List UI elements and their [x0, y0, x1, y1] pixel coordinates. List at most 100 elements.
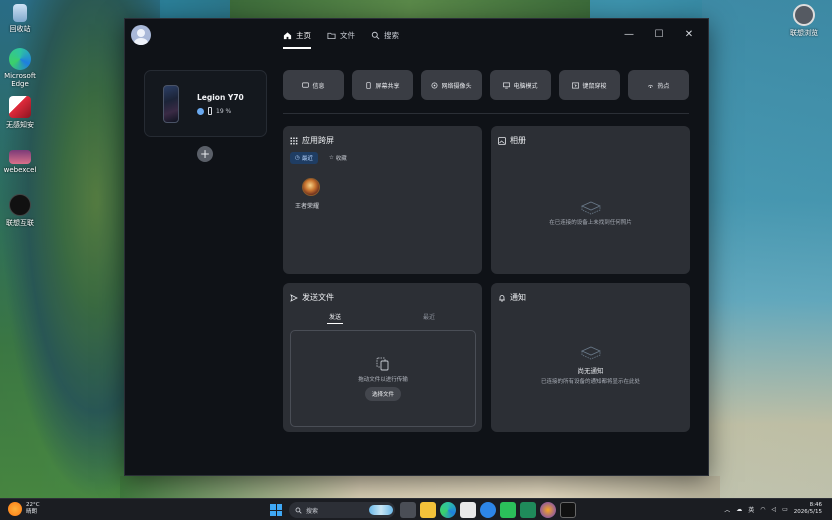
desktop-icon-recycle-bin[interactable]: 回收站 [0, 4, 40, 34]
quick-action-keyboard-mouse[interactable]: 键鼠穿梭 [559, 70, 620, 100]
tab-send[interactable]: 发送 [326, 312, 344, 324]
tab-favorites[interactable]: ☆ 收藏 [324, 152, 352, 164]
quick-actions: 信息 屏幕共享 网络摄像头 电脑模式 键鼠穿梭 热点 [283, 70, 689, 100]
quick-action-label: 电脑模式 [513, 82, 538, 90]
card-title: 通知 [498, 292, 526, 303]
notification-empty-text: 已连接的所有设备的通知都将显示在此处 [540, 379, 640, 385]
wallpaper-bottom [120, 476, 720, 500]
keyboard-mouse-icon [572, 82, 580, 88]
clock[interactable]: 8:46 2026/5/15 [794, 502, 822, 516]
send-icon [290, 293, 298, 302]
weather-desc: 晴朗 [26, 509, 38, 515]
connection-icon [197, 107, 204, 115]
close-button[interactable]: ✕ [674, 23, 704, 45]
grid-icon [290, 137, 298, 144]
store-icon[interactable] [460, 502, 476, 518]
device-card[interactable]: Legion Y70 19 % [144, 70, 267, 137]
image-icon [498, 136, 506, 145]
clock-time: 8:46 [809, 502, 822, 508]
album-empty-state: 在已连接的设备上未找到任何照片 [491, 200, 690, 228]
windows-logo-icon-part [276, 504, 282, 510]
lenovo-connect-icon[interactable] [560, 502, 576, 518]
home-icon [283, 31, 292, 39]
browser-icon [793, 4, 815, 26]
nav-files[interactable]: 文件 [327, 27, 355, 43]
quick-action-label: 屏幕共享 [375, 82, 400, 90]
desktop-icon-label: Microsoft Edge [4, 72, 36, 88]
desktop-icon-app-a[interactable]: 无感知安 [0, 96, 40, 130]
wechat-icon[interactable] [500, 502, 516, 518]
minimize-button[interactable]: — [614, 23, 644, 45]
message-icon [302, 82, 310, 88]
send-file-card: 发送文件 发送 最近 拖动文件以进行传输 选择文件 [283, 283, 482, 432]
quick-action-webcam[interactable]: 网络摄像头 [421, 70, 482, 100]
edge-icon [9, 48, 31, 70]
file-explorer-icon[interactable] [420, 502, 436, 518]
add-device-button[interactable]: + [197, 146, 213, 162]
quick-action-pc-mode[interactable]: 电脑模式 [490, 70, 551, 100]
desktop-icon-label: 联想浏览 [790, 29, 818, 37]
quick-action-message[interactable]: 信息 [283, 70, 344, 100]
webcam-icon [432, 82, 438, 88]
app-label: 王者荣耀 [295, 203, 320, 210]
desktop-icon-edge[interactable]: Microsoft Edge [0, 48, 40, 88]
monitor-icon [503, 82, 511, 88]
lenovo-connect-icon [9, 194, 31, 216]
tab-recent[interactable]: ◷ 最近 [290, 152, 318, 164]
folder-icon [327, 32, 336, 39]
album-title: 相册 [510, 136, 526, 145]
weather-text: 22°C 晴朗 [26, 502, 40, 515]
task-view-icon[interactable] [400, 502, 416, 518]
drag-file-icon [376, 357, 389, 370]
weather-widget[interactable]: 22°C 晴朗 [8, 502, 40, 516]
quick-action-screen-share[interactable]: 屏幕共享 [352, 70, 413, 100]
app-honor-of-kings-icon[interactable] [302, 178, 320, 196]
desktop-icon-label: 无感知安 [6, 121, 34, 129]
desktop-icon-browser[interactable]: 联想浏览 [784, 4, 824, 38]
desktop-icon-label: 回收站 [9, 25, 31, 33]
lenovo-connect-window: 主页 文件 搜索 — ☐ ✕ Legion Y70 19 % + 信息 屏幕共享… [124, 18, 709, 476]
avatar[interactable] [131, 25, 151, 45]
app-cross-screen-title: 应用跨屏 [302, 136, 334, 145]
ime-indicator[interactable]: 英 [748, 505, 754, 514]
title-bar: 主页 文件 搜索 — ☐ ✕ [125, 19, 708, 51]
tab-send-recent[interactable]: 最近 [423, 312, 435, 321]
file-drop-zone[interactable]: 拖动文件以进行传输 选择文件 [290, 330, 476, 427]
notification-empty-state: 尚无通知 已连接的所有设备的通知都将显示在此处 [491, 345, 690, 387]
browser-icon[interactable] [540, 502, 556, 518]
windows-logo-icon [270, 504, 276, 510]
nav-home[interactable]: 主页 [283, 27, 311, 49]
quick-action-label: 键鼠穿梭 [582, 82, 607, 90]
taskbar-apps [400, 502, 576, 518]
tab-favorites-label: 收藏 [335, 156, 347, 162]
edge-icon[interactable] [440, 502, 456, 518]
wifi-icon[interactable]: ◠ [760, 506, 765, 513]
card-title: 应用跨屏 [290, 135, 334, 146]
start-button[interactable] [270, 504, 282, 516]
quick-action-hotspot[interactable]: 热点 [628, 70, 689, 100]
notification-empty-title: 尚无通知 [577, 367, 604, 375]
battery-icon[interactable]: ▭ [782, 506, 788, 513]
nav-search[interactable]: 搜索 [371, 27, 399, 43]
battery-icon [208, 107, 212, 115]
cloud-icon[interactable]: ☁ [736, 506, 742, 513]
desktop-icon-lenovo-connect[interactable]: 联想互联 [0, 194, 40, 228]
notification-card: 通知 尚无通知 已连接的所有设备的通知都将显示在此处 [491, 283, 690, 432]
mail-icon[interactable] [520, 502, 536, 518]
album-card: 相册 在已连接的设备上未找到任何照片 [491, 126, 690, 274]
choose-file-button[interactable]: 选择文件 [364, 386, 401, 401]
chevron-up-icon[interactable]: ︿ [724, 505, 730, 514]
desktop-icon-label: webexcel [3, 166, 37, 174]
quick-action-label: 网络摄像头 [441, 82, 472, 90]
taskbar-search[interactable]: 搜索 [289, 502, 395, 518]
clock-icon: ◷ [295, 155, 300, 161]
wallpaper-right [702, 0, 832, 500]
edge-beta-icon[interactable] [480, 502, 496, 518]
send-file-title: 发送文件 [302, 293, 334, 302]
desktop-icon-webexcel[interactable]: webexcel [0, 150, 40, 174]
search-placeholder: 搜索 [306, 507, 319, 515]
maximize-button[interactable]: ☐ [644, 23, 674, 45]
search-icon [371, 31, 380, 39]
speaker-icon[interactable]: ◁ [772, 506, 777, 513]
recycle-bin-icon [13, 4, 27, 22]
